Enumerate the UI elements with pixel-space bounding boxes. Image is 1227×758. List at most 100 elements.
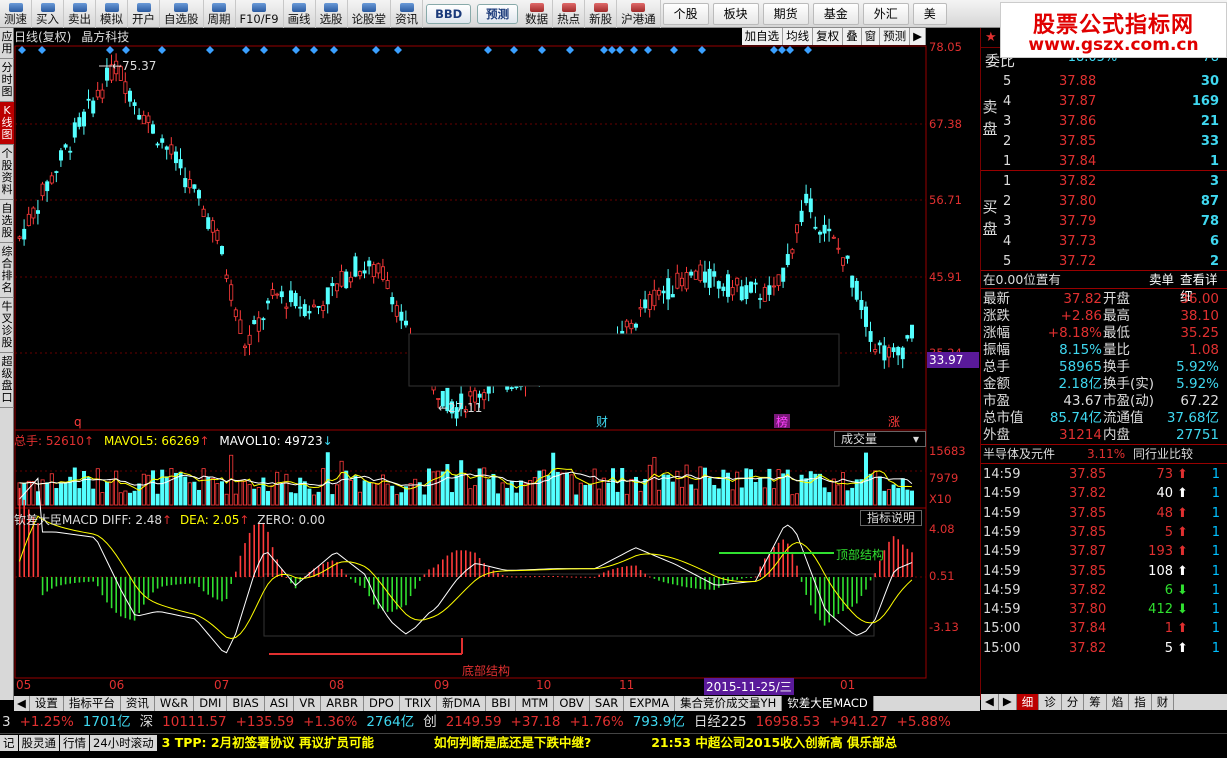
toolbar-item[interactable]: 画线 [284,0,316,28]
indicator-tab[interactable]: OBV [554,696,590,711]
left-tab[interactable]: 应用 [0,28,14,59]
event-diamond-icon[interactable] [630,46,638,54]
left-tab[interactable]: 牛叉诊股 [0,298,14,353]
event-diamond-icon[interactable] [18,46,26,54]
indicator-tab[interactable]: ARBR [321,696,364,711]
buy-level-row[interactable]: 4 37.73 6 [999,232,1227,252]
news-headline[interactable]: 21:53 中超公司2015收入创新高 俱乐部总 [651,735,897,750]
indicator-help-button[interactable]: 指标说明 [860,510,923,526]
event-diamond-icon[interactable] [38,46,46,54]
sell-level-row[interactable]: 4 37.87 169 [999,92,1227,112]
indicator-tab[interactable]: 资讯 [121,696,155,711]
event-diamond-icon[interactable] [292,46,300,54]
left-tab[interactable]: 分时图 [0,59,14,102]
right-tab[interactable]: 指 [1129,694,1152,710]
event-diamond-icon[interactable] [158,46,166,54]
sector-compare-link[interactable]: 同行业比较 [1133,446,1193,463]
volume-selector[interactable]: 成交量 ▾ [834,431,926,447]
star-icon[interactable]: ★ [985,30,997,45]
event-diamond-icon[interactable] [644,46,652,54]
sell-level-row[interactable]: 1 37.84 1 [999,152,1227,172]
left-tab[interactable]: 综合排名 [0,243,14,298]
right-tab[interactable]: 财 [1152,694,1175,710]
buy-level-row[interactable]: 5 37.72 2 [999,252,1227,272]
news-nav-item[interactable]: 记 [0,735,18,751]
indicator-tab[interactable]: VR [294,696,322,711]
left-tab[interactable]: 自选股 [0,200,14,243]
toolbar-item[interactable]: 周期 [204,0,236,28]
left-tab[interactable]: 超级盘口 [0,353,14,408]
buy-level-row[interactable]: 2 37.80 87 [999,192,1227,212]
toolbar-item[interactable]: 数据 [521,0,554,28]
event-diamond-icon[interactable] [260,46,268,54]
indicator-tab[interactable]: 钦差大臣MACD [782,696,874,711]
market-button[interactable]: 外汇 [862,2,909,25]
sell-level-row[interactable]: 2 37.85 33 [999,132,1227,152]
tab-scroll-icon[interactable]: ◀ [14,696,30,711]
toolbar-item[interactable]: 买入 [32,0,64,28]
event-diamond-icon[interactable] [698,46,706,54]
event-diamond-icon[interactable] [670,46,678,54]
sell-level-row[interactable]: 5 37.88 30 [999,72,1227,92]
market-button[interactable]: 美 [912,2,947,25]
toolbar-item[interactable]: F10/F9 [236,0,284,28]
event-marker[interactable]: 榜 [776,414,788,429]
event-diamond-icon[interactable] [394,46,402,54]
indicator-tab[interactable]: ASI [265,696,295,711]
event-diamond-icon[interactable] [770,46,778,54]
prev-icon[interactable]: ◀ [981,694,999,710]
news-nav-item[interactable]: 行情 [60,735,89,751]
toolbar-item[interactable]: 开户 [128,0,160,28]
right-tab[interactable]: 诊 [1039,694,1062,710]
next-icon[interactable]: ▶ [999,694,1017,710]
toolbar-item[interactable]: 热点 [553,0,586,28]
indicator-tab[interactable]: 设置 [30,696,64,711]
right-tab[interactable]: 分 [1062,694,1085,710]
event-diamond-icon[interactable] [804,46,812,54]
toolbar-button[interactable]: 预测 [477,3,519,24]
event-diamond-icon[interactable] [510,46,518,54]
event-diamond-icon[interactable] [206,46,214,54]
toolbar-item[interactable]: 论股堂 [348,0,392,28]
toolbar-item[interactable]: 卖出 [64,0,96,28]
toolbar-item[interactable]: 模拟 [96,0,128,28]
indicator-tab[interactable]: 指标平台 [64,696,121,711]
event-marker[interactable]: q [74,415,82,429]
indicator-tab[interactable]: BBI [486,696,517,711]
indicator-tab[interactable]: 集合竞价成交量YH [675,696,783,711]
buy-level-row[interactable]: 1 37.82 3 [999,172,1227,192]
event-marker[interactable]: 财 [596,415,608,429]
left-tab[interactable]: 个股资料 [0,145,14,200]
market-button[interactable]: 期货 [762,2,809,25]
toolbar-item[interactable]: 沪港通 [617,0,661,28]
event-diamond-icon[interactable] [372,46,380,54]
indicator-tab[interactable]: 新DMA [437,696,487,711]
event-diamond-icon[interactable] [786,46,794,54]
event-diamond-icon[interactable] [538,46,546,54]
event-diamond-icon[interactable] [242,46,250,54]
sector-name[interactable]: 半导体及元件 [983,447,1055,461]
indicator-tab[interactable]: TRIX [400,696,438,711]
news-headline[interactable]: 3 TPP: 2月初签署协议 再议扩员可能 [162,735,374,750]
toolbar-item[interactable]: 资讯 [391,0,424,28]
toolbar-item[interactable]: 自选股 [160,0,204,28]
news-headline[interactable]: 如何判断是底还是下跌中继? [434,735,591,750]
market-button[interactable]: 基金 [812,2,859,25]
news-nav-item[interactable]: 24小时滚动 [90,735,157,751]
event-diamond-icon[interactable] [566,46,574,54]
toolbar-button[interactable]: BBD [426,3,472,24]
chart-canvas[interactable]: ←75.37 ←27.11 q 财 榜 涨 [14,28,980,696]
indicator-tab[interactable]: BIAS [227,696,265,711]
indicator-tab[interactable]: DMI [194,696,228,711]
market-button[interactable]: 个股 [662,2,709,25]
indicator-tab[interactable]: SAR [590,696,625,711]
event-diamond-icon[interactable] [122,46,130,54]
news-nav-item[interactable]: 股灵通 [18,735,59,751]
toolbar-item[interactable]: 测速 [0,0,32,28]
event-marker[interactable]: 涨 [888,414,900,429]
right-tab[interactable]: 细 [1016,694,1040,710]
event-diamond-icon[interactable] [484,46,492,54]
right-tab[interactable]: 焰 [1107,694,1130,710]
indicator-tab[interactable]: DPO [364,696,400,711]
sell-level-row[interactable]: 3 37.86 21 [999,112,1227,132]
